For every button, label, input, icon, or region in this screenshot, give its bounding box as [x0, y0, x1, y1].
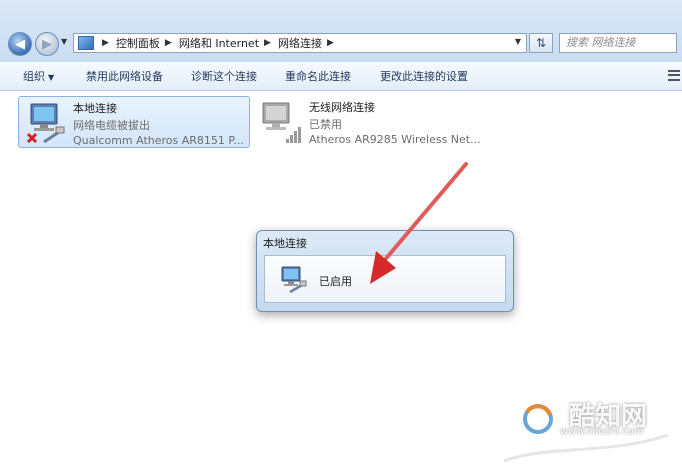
breadcrumb-network-internet[interactable]: 网络和 Internet — [179, 35, 259, 51]
chevron-right-icon[interactable]: ▶ — [102, 38, 109, 48]
watermark-url: www.coozhi.com — [560, 426, 644, 437]
connection-device: Atheros AR9285 Wireless Net... — [309, 133, 481, 146]
popup-body: 已启用 — [264, 255, 506, 303]
control-panel-icon — [78, 36, 94, 50]
connection-status: 网络电缆被拔出 — [73, 119, 150, 132]
view-options-icon[interactable] — [668, 70, 680, 81]
connection-name: 无线网络连接 — [309, 101, 375, 114]
history-dropdown-icon[interactable]: ▼ — [61, 37, 67, 46]
organize-label: 组织 — [23, 70, 45, 83]
command-bar: 组织 ▼ 禁用此网络设备 诊断这个连接 重命名此连接 更改此连接的设置 — [0, 62, 682, 91]
refresh-icon: ⇅ — [535, 36, 547, 50]
breadcrumb[interactable]: ▶ 控制面板 ▶ 网络和 Internet ▶ 网络连接 ▶ ▼ — [73, 33, 527, 53]
popup-status-text: 已启用 — [319, 275, 352, 288]
ethernet-disconnected-icon — [26, 103, 65, 144]
rename-button[interactable]: 重命名此连接 — [285, 68, 351, 84]
chevron-down-icon: ▼ — [48, 73, 55, 82]
chevron-right-icon[interactable]: ▶ — [165, 38, 172, 48]
disable-device-button[interactable]: 禁用此网络设备 — [86, 68, 163, 84]
connection-item-wireless[interactable]: 无线网络连接 已禁用 Atheros AR9285 Wireless Net..… — [255, 96, 505, 148]
change-settings-button[interactable]: 更改此连接的设置 — [380, 68, 468, 84]
refresh-button[interactable]: ⇅ — [529, 33, 553, 53]
breadcrumb-control-panel[interactable]: 控制面板 — [116, 35, 160, 51]
connection-device: Qualcomm Atheros AR8151 P... — [73, 134, 244, 147]
address-bar: ◀ ▶ ▼ ▶ 控制面板 ▶ 网络和 Internet ▶ 网络连接 ▶ ▼ ⇅… — [0, 0, 682, 63]
forward-arrow-icon: ▶ — [42, 36, 52, 52]
forward-button[interactable]: ▶ — [35, 32, 59, 56]
connection-name: 本地连接 — [73, 102, 117, 115]
wireless-disabled-icon — [262, 102, 301, 143]
path-dropdown-icon[interactable]: ▼ — [515, 37, 521, 46]
popup-title: 本地连接 — [263, 237, 307, 250]
breadcrumb-network-connections[interactable]: 网络连接 — [278, 35, 322, 51]
chevron-right-icon[interactable]: ▶ — [327, 38, 334, 48]
back-button[interactable]: ◀ — [8, 32, 32, 56]
connection-item-local[interactable]: 本地连接 网络电缆被拔出 Qualcomm Atheros AR8151 P..… — [18, 96, 250, 148]
search-input[interactable]: 搜索 网络连接 — [559, 33, 677, 53]
diagnose-button[interactable]: 诊断这个连接 — [191, 68, 257, 84]
chevron-right-icon[interactable]: ▶ — [264, 38, 271, 48]
network-adapter-icon — [281, 266, 307, 294]
organize-menu[interactable]: 组织 ▼ — [23, 68, 54, 84]
connection-status-popup: 本地连接 已启用 — [256, 230, 514, 312]
back-arrow-icon: ◀ — [15, 36, 25, 52]
connection-status: 已禁用 — [309, 118, 342, 131]
